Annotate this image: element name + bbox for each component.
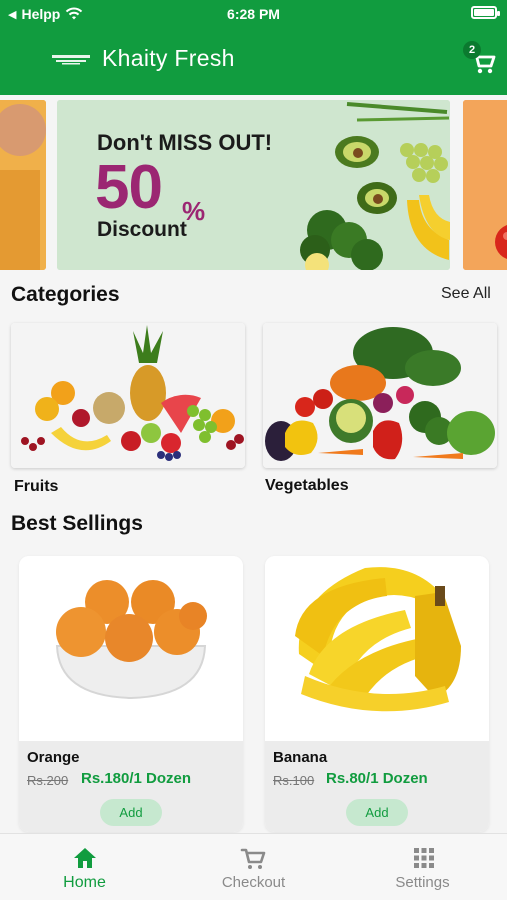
product-name: Orange <box>27 749 80 766</box>
product-old-price: Rs.100 <box>273 773 315 788</box>
add-to-cart-button[interactable]: Add <box>100 799 162 826</box>
vegetables-image <box>263 323 497 468</box>
tab-label: Checkout <box>221 874 286 891</box>
fruits-image <box>11 323 245 468</box>
cart-button[interactable]: 2 <box>463 41 500 78</box>
product-card-orange[interactable]: Orange Rs.200 Rs.180/1 Dozen Add <box>19 556 243 832</box>
tab-checkout[interactable]: Checkout <box>169 834 338 900</box>
banner-discount-value: 50 <box>95 153 163 222</box>
product-old-price: Rs.200 <box>27 773 69 788</box>
tomato-image <box>463 100 507 270</box>
tab-label: Settings <box>395 874 450 891</box>
product-card-banana[interactable]: Banana Rs.100 Rs.80/1 Dozen Add <box>265 556 489 832</box>
category-label-vegetables: Vegetables <box>265 477 349 494</box>
app-title: Khaity Fresh <box>102 45 235 71</box>
tab-home[interactable]: Home <box>0 834 169 900</box>
tab-settings[interactable]: Settings <box>338 834 507 900</box>
product-image-orange <box>19 556 243 741</box>
see-all-link[interactable]: See All <box>441 285 491 303</box>
khaity-logo <box>52 55 90 65</box>
carousel-slide-discount[interactable]: Don't MISS OUT! 50 % Discount <box>57 100 450 270</box>
category-label-fruits: Fruits <box>14 478 59 495</box>
category-card-vegetables[interactable] <box>263 323 497 468</box>
person-image <box>0 100 46 270</box>
product-image-banana <box>265 556 489 741</box>
product-info-banana: Banana Rs.100 Rs.80/1 Dozen Add <box>265 741 489 832</box>
app-bar: ◀ Helpp 6:28 PM Khaity Fresh 2 <box>0 0 507 95</box>
best-sellings-heading: Best Sellings <box>11 512 143 535</box>
product-info-orange: Orange Rs.200 Rs.180/1 Dozen Add <box>19 741 243 832</box>
tab-label: Home <box>63 874 106 891</box>
cart-icon <box>240 848 266 869</box>
add-to-cart-button[interactable]: Add <box>346 799 408 826</box>
product-new-price: Rs.180/1 Dozen <box>81 770 192 787</box>
battery-icon <box>471 6 500 19</box>
bottom-tab-bar: Home Checkout Settings <box>0 833 507 900</box>
banner-discount-word: Discount <box>97 218 187 241</box>
home-icon <box>74 848 96 868</box>
carousel-slide-previous[interactable] <box>0 100 46 270</box>
carousel-slide-next[interactable] <box>463 100 507 270</box>
cart-count-badge: 2 <box>463 41 481 59</box>
product-new-price: Rs.80/1 Dozen <box>326 770 428 787</box>
categories-heading: Categories <box>11 283 120 306</box>
status-time: 6:28 PM <box>227 6 280 22</box>
promo-carousel[interactable]: Don't MISS OUT! 50 % Discount <box>0 100 507 272</box>
grid-icon <box>414 848 434 868</box>
product-name: Banana <box>273 749 328 766</box>
status-bar: ◀ Helpp 6:28 PM <box>0 0 507 28</box>
category-card-fruits[interactable] <box>11 323 245 468</box>
